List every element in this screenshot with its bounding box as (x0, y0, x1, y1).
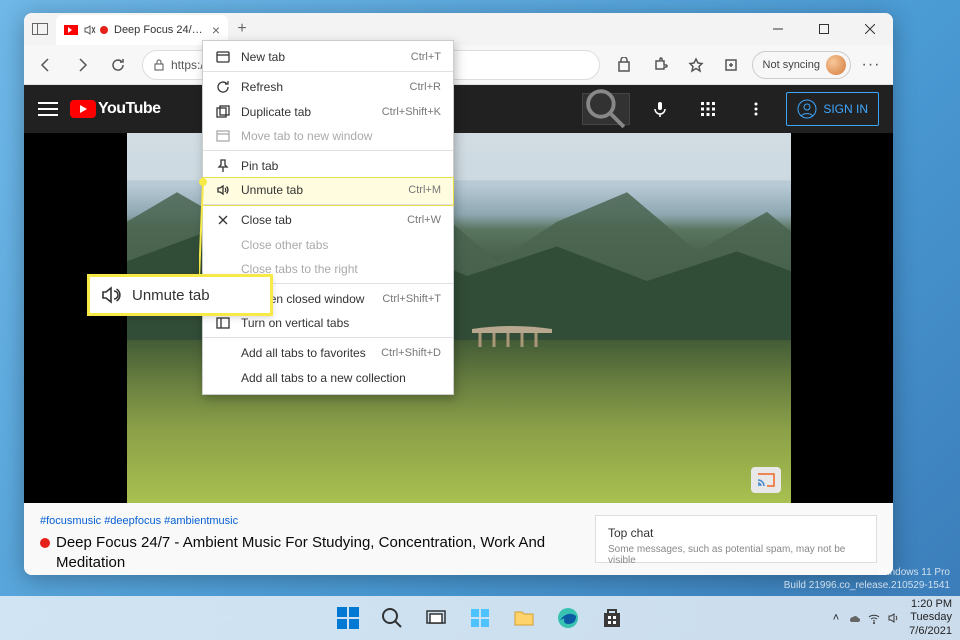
search-icon (583, 86, 629, 132)
taskbar-search-button[interactable] (372, 598, 412, 638)
extensions-button[interactable] (644, 49, 676, 81)
vertical-tabs-toggle[interactable] (24, 23, 56, 35)
window-minimize-button[interactable] (755, 13, 801, 45)
close-icon (215, 212, 231, 228)
tab-close-button[interactable]: × (212, 22, 220, 38)
new-tab-button[interactable]: + (228, 20, 256, 38)
cast-button[interactable] (751, 467, 781, 493)
live-chat-panel[interactable]: Top chat Some messages, such as potentia… (595, 515, 877, 563)
wifi-icon[interactable] (867, 611, 881, 625)
tab-context-menu: New tabCtrl+TRefreshCtrl+RDuplicate tabC… (202, 40, 454, 395)
store-button[interactable] (592, 598, 632, 638)
taskbar: ˄ 1:20 PM Tuesday 7/6/2021 (0, 596, 960, 640)
voice-search-button[interactable] (642, 100, 678, 118)
browser-toolbar: https://w Not syncing ··· (24, 45, 893, 85)
menu-item-unmute-tab[interactable]: Unmute tabCtrl+M (203, 178, 453, 205)
refresh-icon (215, 79, 231, 95)
video-hashtags[interactable]: #focusmusic #deepfocus #ambientmusic (40, 515, 575, 527)
taskbar-clock[interactable]: 1:20 PM Tuesday 7/6/2021 (909, 598, 952, 638)
favorites-button[interactable] (680, 49, 712, 81)
edge-button[interactable] (548, 598, 588, 638)
profile-avatar (826, 55, 846, 75)
new-tab-icon (215, 49, 231, 65)
start-button[interactable] (328, 598, 368, 638)
widgets-button[interactable] (460, 598, 500, 638)
youtube-play-icon (70, 100, 96, 118)
chat-subtitle: Some messages, such as potential spam, m… (608, 544, 864, 566)
sync-status-label: Not syncing (763, 59, 820, 71)
tab-audio-muted-icon[interactable] (84, 25, 94, 35)
sign-in-button[interactable]: SIGN IN (786, 92, 879, 126)
pin-icon (215, 158, 231, 174)
system-tray[interactable]: ˄ 1:20 PM Tuesday 7/6/2021 (833, 598, 952, 638)
menu-item-pin-tab[interactable]: Pin tab (203, 153, 453, 178)
menu-item-move-tab-to-new-window: Move tab to new window (203, 124, 453, 151)
volume-icon[interactable] (887, 611, 901, 625)
file-explorer-button[interactable] (504, 598, 544, 638)
forward-button[interactable] (66, 49, 98, 81)
vertical-tabs-icon (215, 315, 231, 331)
menu-item-refresh[interactable]: RefreshCtrl+R (203, 74, 453, 99)
menu-item-new-tab[interactable]: New tabCtrl+T (203, 45, 453, 72)
speaker-icon (215, 182, 231, 198)
callout-label: Unmute tab (132, 287, 210, 304)
blank-icon (215, 345, 231, 361)
menu-item-add-all-tabs-to-a-new-collection[interactable]: Add all tabs to a new collection (203, 365, 453, 390)
unmute-tab-callout: Unmute tab (87, 274, 273, 316)
browser-menu-button[interactable]: ··· (855, 49, 887, 81)
sign-in-label: SIGN IN (823, 102, 868, 116)
youtube-search-button[interactable] (582, 93, 630, 125)
youtube-header: YouTube SIGN IN (24, 85, 893, 133)
shopping-button[interactable] (608, 49, 640, 81)
menu-item-duplicate-tab[interactable]: Duplicate tabCtrl+Shift+K (203, 99, 453, 124)
collections-button[interactable] (716, 49, 748, 81)
back-button[interactable] (30, 49, 62, 81)
video-meta-section: #focusmusic #deepfocus #ambientmusic Dee… (24, 503, 893, 575)
tab-title: Deep Focus 24/7 - Am (114, 24, 206, 36)
onedrive-icon[interactable] (847, 611, 861, 625)
live-indicator-icon (100, 26, 108, 34)
move-window-icon (215, 128, 231, 144)
profile-sync-button[interactable]: Not syncing (752, 51, 851, 79)
menu-item-close-other-tabs: Close other tabs (203, 232, 453, 257)
video-title: Deep Focus 24/7 - Ambient Music For Stud… (40, 533, 575, 572)
title-bar: Deep Focus 24/7 - Am × + (24, 13, 893, 45)
window-close-button[interactable] (847, 13, 893, 45)
blank-icon (215, 370, 231, 386)
youtube-logo[interactable]: YouTube (70, 100, 161, 118)
menu-item-add-all-tabs-to-favorites[interactable]: Add all tabs to favoritesCtrl+Shift+D (203, 340, 453, 365)
user-icon (797, 99, 817, 119)
speaker-icon (100, 284, 122, 306)
youtube-logo-text: YouTube (98, 100, 161, 118)
lock-icon (153, 59, 165, 71)
youtube-favicon (64, 25, 78, 35)
window-maximize-button[interactable] (801, 13, 847, 45)
apps-grid-button[interactable] (690, 100, 726, 118)
live-dot-icon (40, 538, 50, 548)
task-view-button[interactable] (416, 598, 456, 638)
youtube-menu-button[interactable] (38, 102, 58, 116)
chat-title: Top chat (608, 526, 864, 540)
windows-watermark: Windows 11 Pro Build 21996.co_release.21… (784, 566, 950, 592)
video-player-area[interactable] (24, 133, 893, 503)
blank-icon (215, 237, 231, 253)
refresh-button[interactable] (102, 49, 134, 81)
menu-item-close-tab[interactable]: Close tabCtrl+W (203, 207, 453, 232)
duplicate-icon (215, 104, 231, 120)
tray-chevron-icon[interactable]: ˄ (833, 612, 839, 624)
youtube-settings-button[interactable] (738, 100, 774, 118)
